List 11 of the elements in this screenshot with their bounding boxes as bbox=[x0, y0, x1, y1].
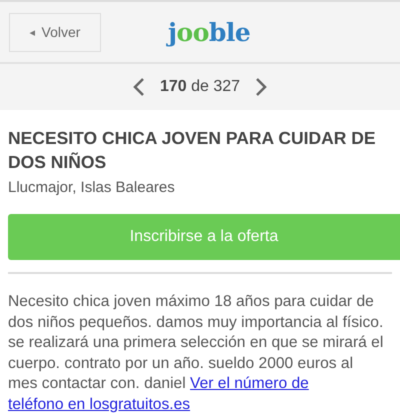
caret-icon: ◂ bbox=[30, 26, 36, 38]
previous-icon[interactable] bbox=[132, 77, 146, 97]
job-location: Llucmajor, Islas Baleares bbox=[8, 179, 176, 196]
phone-link[interactable]: Ver el número de bbox=[190, 375, 309, 392]
page-counter: 170 de 327 bbox=[160, 78, 240, 96]
job-title: NECESITO CHICA JOVEN PARA CUIDAR DE DOS NIÑOS bbox=[8, 127, 377, 174]
job-description: Necesito chica joven máximo 18 años para cuidar de dos niños pequeños. damos muy importancia al físico. se realizará una primera selección en que se mirará el cuerpo. contrato por un año. sueldo 2000 euros al mes contactar con. daniel Ver el número de teléfono en losgratuitos.es bbox=[8, 292, 384, 414]
next-icon[interactable] bbox=[254, 77, 268, 97]
logo: jooble bbox=[168, 18, 250, 46]
back-button[interactable]: ◂ Volver bbox=[9, 12, 101, 52]
phone-link[interactable]: teléfono en losgratuitos.es bbox=[8, 396, 190, 412]
